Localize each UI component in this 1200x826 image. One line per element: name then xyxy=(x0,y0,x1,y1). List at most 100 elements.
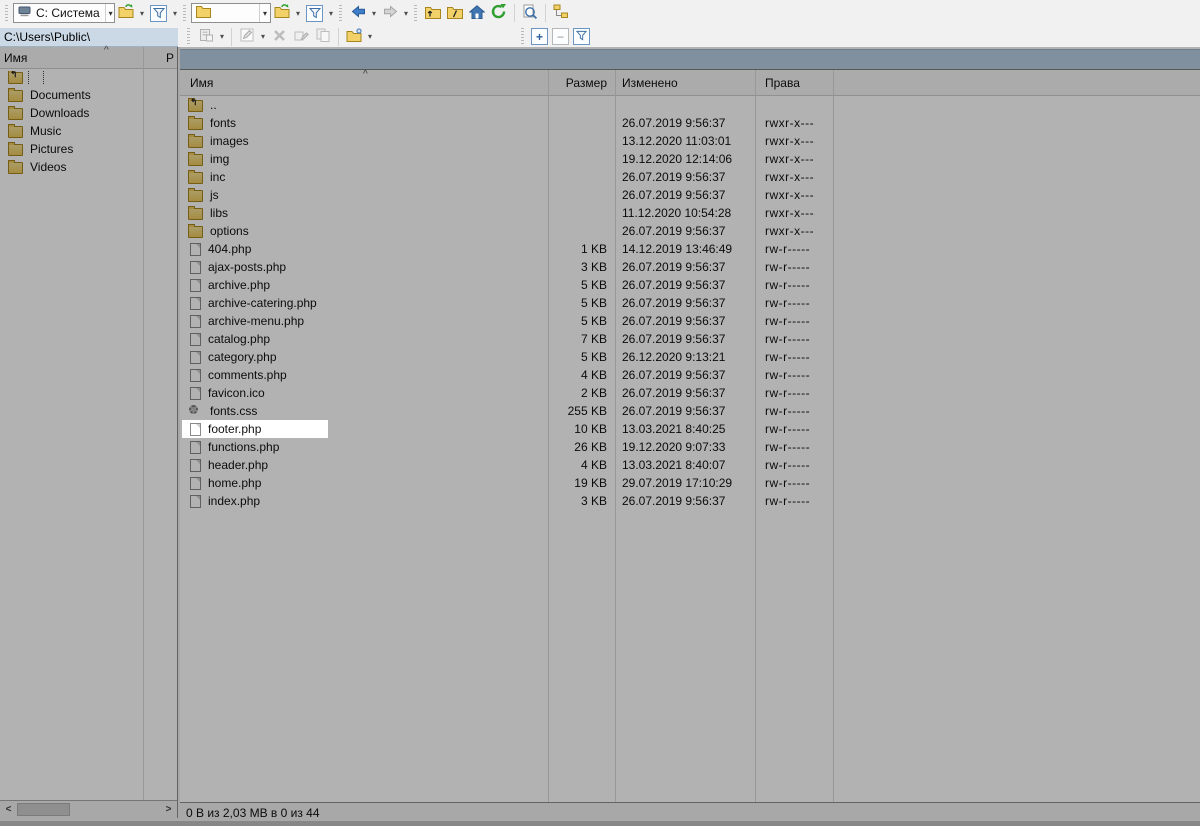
home-button[interactable] xyxy=(466,2,488,24)
column-header-size[interactable]: Размер xyxy=(548,76,607,90)
list-item[interactable]: Music xyxy=(0,122,177,140)
file-row[interactable]: comments.php 4 KB 26.07.2019 9:56:37 rw-… xyxy=(180,366,1200,384)
dropdown-arrow-icon[interactable]: ▾ xyxy=(217,32,227,41)
forward-button[interactable] xyxy=(379,2,401,24)
file-row[interactable]: 404.php 1 KB 14.12.2019 13:46:49 rw-r---… xyxy=(180,240,1200,258)
list-item[interactable]: Downloads xyxy=(0,104,177,122)
dropdown-arrow-icon[interactable]: ▾ xyxy=(137,9,147,18)
file-row[interactable]: catalog.php 7 KB 26.07.2019 9:56:37 rw-r… xyxy=(180,330,1200,348)
file-name: header.php xyxy=(208,458,268,472)
folder-up-button[interactable] xyxy=(422,2,444,24)
file-row[interactable]: archive-menu.php 5 KB 26.07.2019 9:56:37… xyxy=(180,312,1200,330)
dropdown-arrow-icon[interactable]: ▾ xyxy=(365,32,375,41)
delete-x-icon xyxy=(273,29,286,45)
dropdown-arrow-icon[interactable]: ▾ xyxy=(369,9,379,18)
dropdown-arrow-icon[interactable]: ▾ xyxy=(293,9,303,18)
new-folder-button[interactable] xyxy=(343,26,365,48)
file-row[interactable]: category.php 5 KB 26.12.2020 9:13:21 rw-… xyxy=(180,348,1200,366)
copy-button[interactable] xyxy=(312,26,334,48)
file-permissions: rwxr-x--- xyxy=(755,116,814,130)
file-type-icon xyxy=(188,405,203,417)
file-row[interactable]: js 26.07.2019 9:56:37 rwxr-x--- xyxy=(180,186,1200,204)
right-file-panel: ^ Имя Размер Изменено Права .. xyxy=(180,47,1200,821)
file-row[interactable]: images 13.12.2020 11:03:01 rwxr-x--- xyxy=(180,132,1200,150)
right-path-bar[interactable] xyxy=(180,49,1200,69)
file-type-icon xyxy=(188,100,203,112)
right-folder-history-button[interactable] xyxy=(271,2,293,24)
paste-icon xyxy=(199,28,214,45)
left-folder-history-button[interactable] xyxy=(115,2,137,24)
file-modified: 26.07.2019 9:56:37 xyxy=(615,332,755,346)
list-item[interactable] xyxy=(0,68,177,86)
file-row[interactable]: libs 11.12.2020 10:54:28 rwxr-x--- xyxy=(180,204,1200,222)
file-row[interactable]: favicon.ico 2 KB 26.07.2019 9:56:37 rw-r… xyxy=(180,384,1200,402)
dropdown-arrow-icon[interactable]: ▾ xyxy=(259,4,270,22)
file-permissions: rw-r----- xyxy=(755,242,810,256)
column-header-modified[interactable]: Изменено xyxy=(622,76,678,90)
file-row[interactable]: options 26.07.2019 9:56:37 rwxr-x--- xyxy=(180,222,1200,240)
sort-ascending-icon: ^ xyxy=(363,69,368,80)
folder-icon xyxy=(196,5,211,21)
file-row[interactable]: index.php 3 KB 26.07.2019 9:56:37 rw-r--… xyxy=(180,492,1200,510)
file-row[interactable]: archive.php 5 KB 26.07.2019 9:56:37 rw-r… xyxy=(180,276,1200,294)
list-item[interactable]: Pictures xyxy=(0,140,177,158)
refresh-button[interactable] xyxy=(488,2,510,24)
list-item[interactable]: Videos xyxy=(0,158,177,176)
edit-button[interactable] xyxy=(236,26,258,48)
dropdown-arrow-icon[interactable]: ▾ xyxy=(326,9,336,18)
dropdown-arrow-icon[interactable]: ▾ xyxy=(170,9,180,18)
file-row[interactable]: archive-catering.php 5 KB 26.07.2019 9:5… xyxy=(180,294,1200,312)
file-row[interactable]: inc 26.07.2019 9:56:37 rwxr-x--- xyxy=(180,168,1200,186)
toolbar-grip xyxy=(187,28,190,45)
scroll-left-arrow[interactable]: < xyxy=(0,804,17,815)
window-bottom-edge xyxy=(0,821,1200,826)
rename-button[interactable] xyxy=(290,26,312,48)
quick-view-button[interactable] xyxy=(519,2,541,24)
file-row[interactable]: home.php 19 KB 29.07.2019 17:10:29 rw-r-… xyxy=(180,474,1200,492)
file-row[interactable]: .. xyxy=(180,96,1200,114)
file-row[interactable]: functions.php 26 KB 19.12.2020 9:07:33 r… xyxy=(180,438,1200,456)
file-row[interactable]: fonts 26.07.2019 9:56:37 rwxr-x--- xyxy=(180,114,1200,132)
file-permissions: rwxr-x--- xyxy=(755,188,814,202)
add-tab-button[interactable]: + xyxy=(531,28,548,45)
file-type-icon xyxy=(188,226,203,238)
file-permissions: rw-r----- xyxy=(755,458,810,472)
scrollbar-thumb[interactable] xyxy=(17,803,70,816)
open-folder-icon xyxy=(274,4,291,22)
dropdown-arrow-icon[interactable]: ▾ xyxy=(258,32,268,41)
list-item[interactable]: Documents xyxy=(0,86,177,104)
folder-tree-button[interactable] xyxy=(550,2,572,24)
file-row[interactable]: header.php 4 KB 13.03.2021 8:40:07 rw-r-… xyxy=(180,456,1200,474)
scroll-right-arrow[interactable]: > xyxy=(160,804,177,815)
file-size: 4 KB xyxy=(548,368,615,382)
left-column-header-name[interactable]: Имя xyxy=(4,51,27,65)
remove-tab-button[interactable]: − xyxy=(552,28,569,45)
file-row[interactable]: ajax-posts.php 3 KB 26.07.2019 9:56:37 r… xyxy=(180,258,1200,276)
file-type-icon xyxy=(188,208,203,220)
file-modified: 26.07.2019 9:56:37 xyxy=(615,224,755,238)
refresh-icon xyxy=(491,4,507,22)
file-row[interactable]: img 19.12.2020 12:14:06 rwxr-x--- xyxy=(180,150,1200,168)
file-row[interactable]: footer.php 10 KB 13.03.2021 8:40:25 rw-r… xyxy=(180,420,1200,438)
column-header-name[interactable]: Имя xyxy=(190,76,213,90)
item-name: Videos xyxy=(30,160,66,174)
horizontal-scrollbar[interactable]: < > xyxy=(0,800,177,818)
file-row[interactable]: fonts.css 255 KB 26.07.2019 9:56:37 rw-r… xyxy=(180,402,1200,420)
back-button[interactable] xyxy=(347,2,369,24)
left-column-header-size[interactable]: Р xyxy=(166,51,174,65)
right-filter-button[interactable] xyxy=(303,2,326,24)
file-size: 5 KB xyxy=(548,314,615,328)
file-permissions: rw-r----- xyxy=(755,386,810,400)
tab-filter-button[interactable] xyxy=(573,28,590,45)
folder-root-icon xyxy=(447,5,463,22)
paste-button[interactable] xyxy=(195,26,217,48)
file-size: 19 KB xyxy=(548,476,615,490)
folder-root-button[interactable] xyxy=(444,2,466,24)
right-drive-selector[interactable]: ▾ xyxy=(191,3,271,23)
left-drive-selector[interactable]: C: Система ▾ xyxy=(13,3,115,23)
column-header-permissions[interactable]: Права xyxy=(765,76,800,90)
left-path-bar[interactable]: C:\Users\Public\ xyxy=(0,28,178,47)
dropdown-arrow-icon[interactable]: ▾ xyxy=(401,9,411,18)
left-filter-button[interactable] xyxy=(147,2,170,24)
delete-button[interactable] xyxy=(268,26,290,48)
